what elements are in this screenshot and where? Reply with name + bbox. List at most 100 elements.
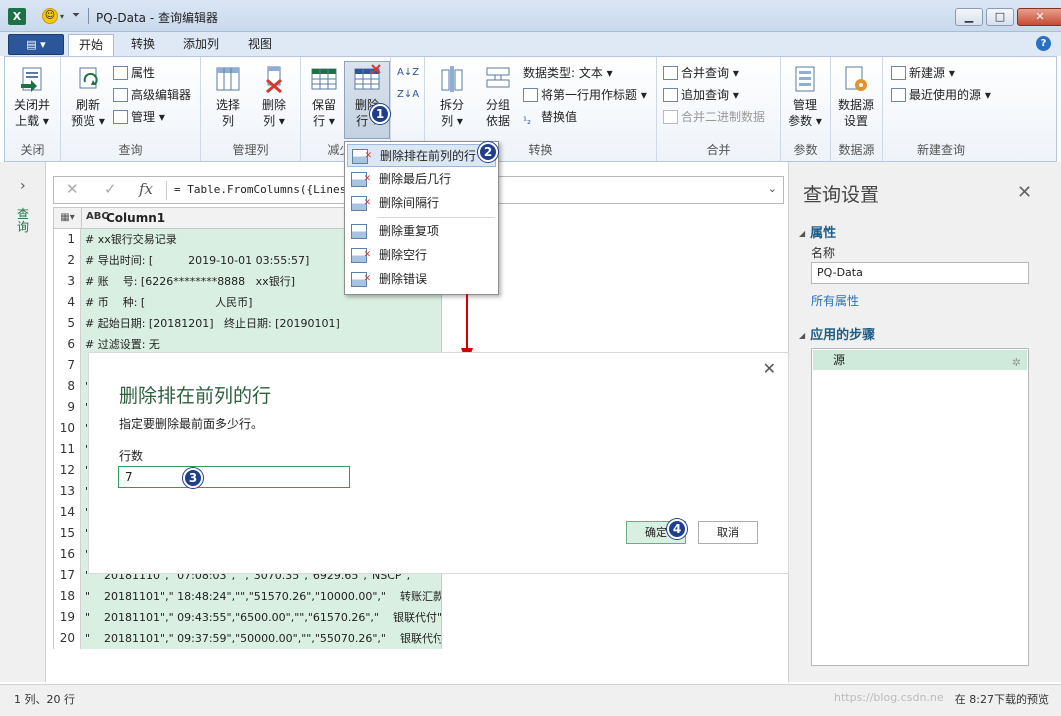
- split-column-icon: [441, 66, 463, 92]
- formula-expand-icon[interactable]: ⌄: [768, 182, 777, 195]
- table-cell[interactable]: # 过滤设置: 无: [81, 334, 442, 355]
- properties-section[interactable]: ◢ 属性: [799, 222, 836, 241]
- all-properties-link[interactable]: 所有属性: [811, 292, 859, 309]
- split-column-button[interactable]: 拆分 列 ▾: [429, 61, 475, 139]
- menu-remove-errors[interactable]: 删除错误: [347, 268, 496, 291]
- applied-steps-section[interactable]: ◢ 应用的步骤: [799, 324, 875, 343]
- replace-values-icon: ¹₂: [523, 116, 532, 127]
- split-label-2: 列 ▾: [441, 114, 463, 128]
- row-number: 12: [53, 460, 81, 481]
- close-and-load-button[interactable]: 关闭并 上载 ▾: [9, 61, 55, 139]
- group-label-datasource: 数据源: [838, 143, 875, 157]
- tab-home[interactable]: 开始: [68, 34, 115, 56]
- row-number: 14: [53, 502, 81, 523]
- help-icon[interactable]: ?: [1036, 36, 1051, 51]
- rows-count-label: 行数: [119, 449, 144, 463]
- table-row[interactable]: 6 # 过滤设置: 无: [53, 334, 442, 355]
- close-settings-icon[interactable]: ✕: [1017, 182, 1032, 203]
- menu-remove-top-rows[interactable]: 删除排在前列的行: [347, 144, 496, 168]
- cancel-button[interactable]: 取消: [698, 521, 758, 544]
- menu-remove-duplicates[interactable]: 删除重复项: [347, 220, 496, 243]
- choose-columns-button[interactable]: 选择 列: [205, 61, 251, 139]
- table-row[interactable]: 19 " 20181101"," 09:43:55","6500.00","","…: [53, 607, 442, 628]
- group-label-combine: 合并: [706, 143, 731, 157]
- group-by-button[interactable]: 分组 依据: [475, 61, 521, 139]
- step-item-source[interactable]: 源 ✲: [813, 350, 1027, 370]
- column-header[interactable]: Column1: [106, 211, 165, 225]
- ribbon-tab-row: ▤ ▾ 开始 转换 添加列 视图 ?: [0, 32, 1061, 56]
- maximize-button[interactable]: □: [986, 8, 1014, 26]
- table-cell[interactable]: " 20181101"," 09:37:59","50000.00","","5…: [81, 628, 442, 649]
- fx-icon[interactable]: fx: [139, 180, 153, 198]
- append-queries-button[interactable]: 追加查询 ▾: [663, 85, 739, 105]
- table-row[interactable]: 20 " 20181101"," 09:37:59","50000.00","",…: [53, 628, 442, 649]
- tab-view[interactable]: 视图: [238, 34, 282, 56]
- step-label: 源: [833, 353, 846, 367]
- replace-values-label: 替换值: [541, 110, 578, 124]
- refresh-label-1: 刷新: [75, 98, 100, 112]
- quick-access-customize-icon[interactable]: ⏷: [72, 10, 80, 21]
- menu-separator: [377, 217, 495, 218]
- remove-rows-menu: 删除排在前列的行 删除最后几行 删除间隔行 删除重复项 删除空行 删除错误: [344, 141, 499, 295]
- table-menu-icon[interactable]: ▦▾: [54, 208, 82, 228]
- collapse-triangle-icon: ◢: [799, 331, 806, 340]
- recent-sources-button[interactable]: 最近使用的源 ▾: [891, 85, 991, 105]
- query-name-input[interactable]: PQ-Data: [811, 262, 1029, 284]
- file-menu-button[interactable]: ▤ ▾: [8, 34, 64, 55]
- menu-remove-bottom-rows[interactable]: 删除最后几行: [347, 168, 496, 191]
- applied-steps-label: 应用的步骤: [810, 328, 876, 343]
- remove-rows-button[interactable]: 删除 行 ▾: [344, 61, 390, 139]
- data-type-dropdown[interactable]: 数据类型: 文本 ▾: [523, 63, 613, 83]
- replace-values-button[interactable]: ¹₂ 替换值: [523, 107, 577, 127]
- datasource-settings-button[interactable]: 数据源 设置: [833, 61, 879, 139]
- queries-pane-label[interactable]: 查询: [17, 208, 31, 234]
- remove-columns-button[interactable]: 删除 列 ▾: [251, 61, 297, 139]
- sort-ascending-button[interactable]: A↓Z: [397, 63, 419, 83]
- table-row[interactable]: 4 # 币 种: [ 人民币]: [53, 292, 442, 313]
- tab-transform[interactable]: 转换: [121, 34, 165, 56]
- close-window-button[interactable]: ✕: [1017, 8, 1061, 26]
- properties-button[interactable]: 属性: [113, 63, 155, 83]
- rows-count-input[interactable]: [118, 466, 350, 488]
- table-cell[interactable]: " 20181101"," 09:43:55","6500.00","","61…: [81, 607, 442, 628]
- advanced-editor-button[interactable]: 高级编辑器: [113, 85, 191, 105]
- manage-button[interactable]: 管理 ▾: [113, 107, 165, 127]
- table-cell[interactable]: # 起始日期: [20181201] 终止日期: [20190101]: [81, 313, 442, 334]
- minimize-button[interactable]: ▁: [955, 8, 983, 26]
- manage-parameters-button[interactable]: 管理 参数 ▾: [782, 61, 828, 139]
- combine-binaries-button[interactable]: 合并二进制数据: [663, 107, 765, 127]
- table-cell[interactable]: # 币 种: [ 人民币]: [81, 292, 442, 313]
- step-settings-gear-icon[interactable]: ✲: [1012, 353, 1021, 373]
- new-source-button[interactable]: 新建源 ▾: [891, 63, 955, 83]
- first-row-header-button[interactable]: 将第一行用作标题 ▾: [523, 85, 647, 105]
- smiley-dropdown-icon[interactable]: ▾: [60, 12, 64, 21]
- table-cell[interactable]: " 20181101"," 18:48:24","","51570.26","1…: [81, 586, 442, 607]
- smiley-feedback-icon[interactable]: ☺: [42, 8, 58, 24]
- tab-add-column[interactable]: 添加列: [173, 34, 229, 56]
- manage-icon: [113, 110, 128, 124]
- formula-commit-icon[interactable]: ✓: [104, 180, 117, 198]
- properties-icon: [113, 66, 128, 80]
- table-row[interactable]: 18 " 20181101"," 18:48:24","","51570.26",…: [53, 586, 442, 607]
- menu-remove-blank-rows[interactable]: 删除空行: [347, 244, 496, 267]
- dialog-close-icon[interactable]: ✕: [763, 359, 776, 378]
- merge-queries-button[interactable]: 合并查询 ▾: [663, 63, 739, 83]
- sort-descending-button[interactable]: Z↓A: [397, 85, 419, 105]
- table-row[interactable]: 5 # 起始日期: [20181201] 终止日期: [20190101]: [53, 313, 442, 334]
- menu-remove-alternate-rows[interactable]: 删除间隔行: [347, 192, 496, 215]
- formula-input[interactable]: = Table.FromColumns({Lines ts: [174, 183, 366, 196]
- close-load-label-2: 上载 ▾: [15, 114, 49, 128]
- row-number: 2: [53, 250, 81, 271]
- formula-cancel-icon[interactable]: ✕: [66, 180, 79, 198]
- keep-rows-button[interactable]: 保留 行 ▾: [301, 61, 347, 139]
- step-badge-4: 4: [667, 519, 687, 539]
- formula-separator: [166, 181, 167, 200]
- group-label-close: 关闭: [20, 143, 45, 157]
- status-bar: 1 列、20 行 https://blog.csdn.ne 在 8:27下载的预…: [0, 684, 1061, 716]
- refresh-preview-button[interactable]: 刷新 预览 ▾: [65, 61, 111, 139]
- remove-columns-label-2: 列 ▾: [263, 114, 285, 128]
- step-badge-1: 1: [370, 104, 390, 124]
- menu-item-label: 删除最后几行: [379, 172, 452, 186]
- remove-rows-icon: [354, 64, 381, 90]
- expand-queries-icon[interactable]: ›: [20, 178, 26, 194]
